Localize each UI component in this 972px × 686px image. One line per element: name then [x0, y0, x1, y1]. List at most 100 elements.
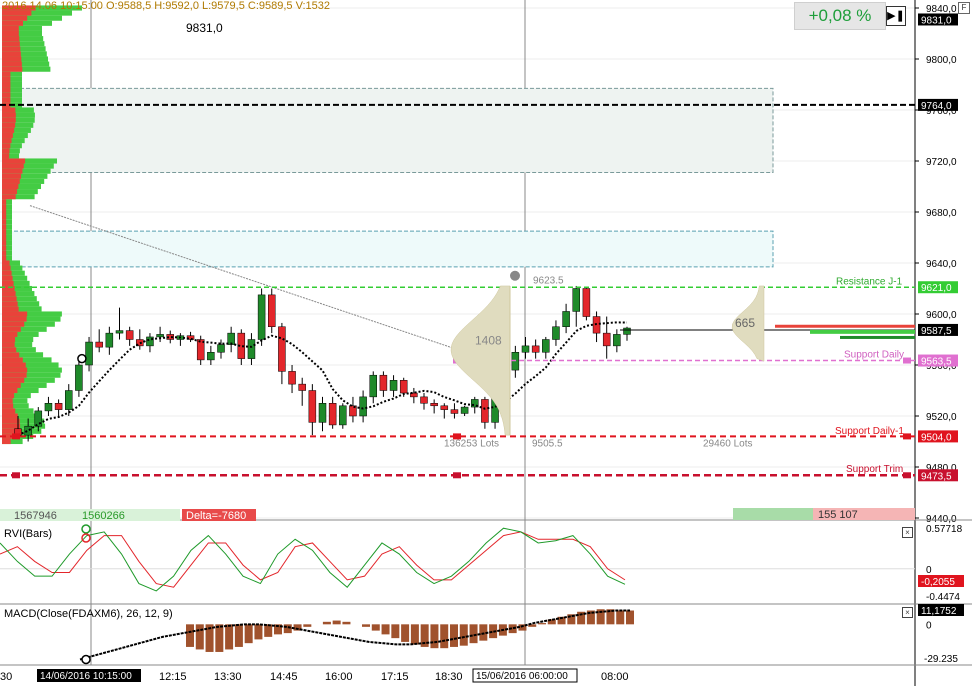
volume-profile-bar [2, 387, 18, 394]
volume-profile-bar [2, 362, 26, 368]
macd-histogram-bar [244, 624, 253, 644]
candle-body [389, 380, 398, 391]
volume-profile-bar [2, 408, 16, 414]
profile2-lots-label: 29460 Lots [703, 439, 753, 450]
play-to-end-button[interactable]: ▶❚ [886, 6, 906, 26]
y-tick-label: 9840,0 [926, 4, 957, 15]
volume-profile-bar [2, 336, 16, 343]
macd-title: MACD(Close(FDAXM6), 26, 12, 9) [4, 608, 173, 620]
candle-body [359, 396, 367, 417]
volume-profile-bar [2, 163, 24, 169]
volume-profile-bar [2, 132, 13, 139]
macd-histogram-bar [371, 624, 380, 631]
rvi-title: RVI(Bars) [4, 528, 53, 540]
candle-body [85, 341, 93, 366]
profile-lots-label: 136253 Lots [444, 439, 499, 450]
x-tick-label: 17:15 [381, 671, 409, 683]
candle-body [460, 406, 469, 414]
candle-body [65, 390, 73, 410]
candle-body [217, 344, 225, 353]
volume-profile-bar [2, 438, 11, 445]
candle-body [379, 374, 388, 391]
x-tick-label: 08:00 [601, 671, 629, 683]
price-label-last: 9587,5 [921, 326, 952, 337]
rvi-cross-marker [81, 524, 91, 534]
macd-zero-label: 0 [926, 620, 932, 631]
volume-profile-bar [2, 138, 12, 144]
volume-profile-bar [2, 393, 15, 399]
volume-profile-bar [2, 342, 15, 348]
volume-profile-bar [2, 112, 16, 118]
y-tick-label: 9640,0 [926, 259, 957, 270]
candle-body [54, 403, 63, 410]
macd-value-label: 11,1752 [921, 606, 957, 617]
volume-profile-bar [2, 291, 16, 297]
close-icon: × [905, 608, 910, 617]
volume-profile-bar [2, 265, 11, 271]
volume-profile-bar [2, 245, 7, 251]
price-label-box: 9764,0 [921, 101, 952, 112]
volume-profile-bar [2, 214, 7, 220]
f-button[interactable]: F [958, 2, 970, 14]
right-volume-bar [840, 335, 915, 339]
volume-profile-bar [2, 41, 20, 47]
y-tick-label: 9680,0 [926, 208, 957, 219]
macd-histogram-bar [264, 624, 273, 637]
macd-histogram-bar [303, 624, 312, 627]
profile-poc-label: 1408 [475, 334, 502, 348]
candle-body [247, 339, 256, 359]
price-label-support-trim: 9473,5 [921, 471, 952, 482]
chart-canvas[interactable]: 9840,09800,09760,09720,09680,09640,09600… [0, 0, 972, 686]
volume-profile-bar [2, 117, 16, 123]
volume-profile-bar [2, 280, 14, 286]
candle-body [531, 345, 540, 353]
candle-body [420, 396, 428, 404]
price-label-support-daily-1: 9504,0 [921, 432, 952, 443]
candle-body [542, 339, 550, 353]
x-tick-label: 16:00 [325, 671, 353, 683]
volume-profile-bar [2, 423, 21, 429]
rvi-close-button[interactable]: × [902, 527, 913, 538]
ohlc-readout: 2016.14.06 10:15:00 O:9588,5 H:9592,0 L:… [2, 0, 331, 12]
volume-profile-bar [2, 229, 7, 235]
ma-cross-marker [77, 353, 87, 364]
rvi-cross-marker [81, 533, 91, 543]
volume-profile-bar [2, 204, 7, 210]
volume-profile-bar [2, 352, 20, 358]
level-marker [903, 433, 911, 440]
total-bg-left [733, 508, 813, 520]
volume-profile-bar [2, 127, 15, 133]
price-label-support-daily: 9563,5 [921, 357, 952, 368]
volume-profile-bar [2, 183, 19, 190]
candle-body [440, 405, 449, 410]
volume-profile-bar [2, 311, 28, 317]
volume-profile-bar [2, 240, 7, 246]
macd-histogram-bar [430, 624, 439, 649]
macd-cross-marker [81, 654, 91, 665]
candle-body [125, 330, 134, 340]
candle-body [613, 334, 621, 347]
level-marker [903, 357, 911, 364]
y-tick-label: 9520,0 [926, 412, 957, 423]
total-volume-label: 155 107 [818, 509, 858, 521]
volume-profile-bar [2, 199, 7, 205]
profile2-poc-label: 665 [735, 316, 755, 330]
candle-body [481, 399, 489, 423]
rvi-top-label: 0.57718 [926, 524, 963, 535]
level-marker [12, 433, 20, 440]
candle-body [328, 403, 337, 426]
macd-close-button[interactable]: × [902, 607, 913, 618]
zone-box-upper [7, 87, 774, 173]
macd-histogram-bar [469, 624, 478, 644]
macd-histogram-bar [616, 610, 625, 625]
volume-profile-bar [2, 418, 20, 424]
volume-profile-bar [2, 321, 25, 327]
level-marker [453, 472, 461, 479]
volume-profile-bar [2, 178, 20, 184]
macd-histogram-bar [322, 621, 331, 625]
rvi-signal-line [0, 531, 626, 588]
macd-histogram-bar [626, 610, 634, 625]
candle-body [75, 364, 83, 391]
profile-high-label: 9623.5 [533, 275, 564, 286]
candle-body [156, 334, 164, 338]
